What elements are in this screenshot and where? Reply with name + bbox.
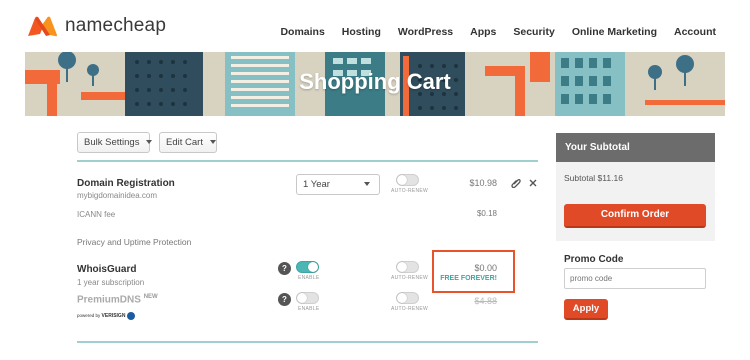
domain-name: mybigdomainidea.com	[77, 191, 158, 200]
namecheap-logo-icon	[28, 16, 57, 37]
logo-text: namecheap	[65, 15, 167, 36]
divider	[77, 160, 538, 162]
premiumdns-enable-toggle[interactable]	[296, 292, 319, 304]
subtotal-heading: Your Subtotal	[556, 133, 715, 162]
privacy-section-title: Privacy and Uptime Protection	[77, 237, 192, 247]
autorenew-label: AUTO-RENEW	[391, 275, 429, 281]
icann-fee-label: ICANN fee	[77, 210, 116, 219]
nav-domains[interactable]: Domains	[280, 26, 324, 38]
nav-hosting[interactable]: Hosting	[342, 26, 381, 38]
whoisguard-subtitle: 1 year subscription	[77, 278, 145, 287]
nav-wordpress[interactable]: WordPress	[398, 26, 453, 38]
site-header: namecheap Domains Hosting WordPress Apps…	[0, 0, 750, 52]
nav-apps[interactable]: Apps	[470, 26, 496, 38]
whoisguard-title: WhoisGuard	[77, 264, 137, 275]
whoisguard-autorenew-toggle[interactable]	[396, 261, 419, 273]
domain-price: $10.98	[469, 178, 497, 188]
domain-autorenew-toggle[interactable]	[396, 174, 419, 186]
icann-fee-price: $0.18	[476, 209, 497, 218]
premiumdns-price: $4.88	[474, 296, 497, 306]
toggle-knob	[397, 175, 407, 185]
autorenew-label: AUTO-RENEW	[391, 188, 429, 194]
powered-by-row: powered by VERISIGN	[77, 312, 135, 320]
autorenew-label: AUTO-RENEW	[391, 306, 429, 312]
registration-period-select[interactable]: 1 Year	[296, 174, 380, 195]
new-badge: NEW	[143, 294, 158, 300]
toggle-knob	[397, 262, 407, 272]
edit-cart-dropdown[interactable]: Edit Cart	[159, 132, 217, 153]
enable-label: ENABLE	[298, 275, 320, 281]
domain-registration-title: Domain Registration	[77, 178, 175, 189]
help-icon[interactable]: ?	[278, 262, 291, 275]
bulk-settings-dropdown[interactable]: Bulk Settings	[77, 132, 153, 153]
toggle-knob	[297, 293, 307, 303]
premiumdns-autorenew-toggle[interactable]	[396, 292, 419, 304]
divider	[77, 341, 538, 343]
period-value: 1 Year	[303, 179, 330, 190]
highlight-box	[432, 250, 515, 293]
nav-online-marketing[interactable]: Online Marketing	[572, 26, 657, 38]
main-nav: Domains Hosting WordPress Apps Security …	[263, 26, 716, 38]
bulk-settings-label: Bulk Settings	[84, 137, 140, 148]
nav-security[interactable]: Security	[513, 26, 554, 38]
premiumdns-title-row: PremiumDNS NEW	[77, 294, 158, 305]
edit-cart-label: Edit Cart	[166, 137, 203, 148]
chevron-down-icon	[209, 140, 216, 145]
apply-button[interactable]: Apply	[564, 299, 608, 320]
subtotal-panel: Subtotal $11.16	[556, 162, 715, 241]
chevron-down-icon	[146, 140, 153, 145]
promo-code-input[interactable]	[564, 268, 706, 289]
toggle-knob	[397, 293, 407, 303]
paperclip-icon[interactable]	[511, 178, 521, 188]
logo[interactable]: namecheap	[26, 14, 166, 38]
promo-code-label: Promo Code	[564, 254, 624, 265]
confirm-order-button[interactable]: Confirm Order	[564, 204, 706, 228]
enable-label: ENABLE	[298, 306, 320, 312]
toggle-knob	[308, 262, 318, 272]
whoisguard-enable-toggle[interactable]	[296, 261, 319, 273]
premiumdns-title: PremiumDNS	[77, 294, 141, 306]
chevron-down-icon	[363, 182, 370, 187]
verisign-logo: VERISIGN	[101, 313, 126, 320]
nav-account[interactable]: Account	[674, 26, 716, 38]
subtotal-amount: Subtotal $11.16	[564, 173, 623, 183]
powered-by-label: powered by	[77, 313, 101, 319]
banner: Shopping Cart	[25, 52, 725, 116]
page-title: Shopping Cart	[299, 69, 451, 94]
help-icon[interactable]: ?	[278, 293, 291, 306]
verisign-check-icon	[126, 312, 135, 320]
close-icon[interactable]	[529, 179, 537, 187]
